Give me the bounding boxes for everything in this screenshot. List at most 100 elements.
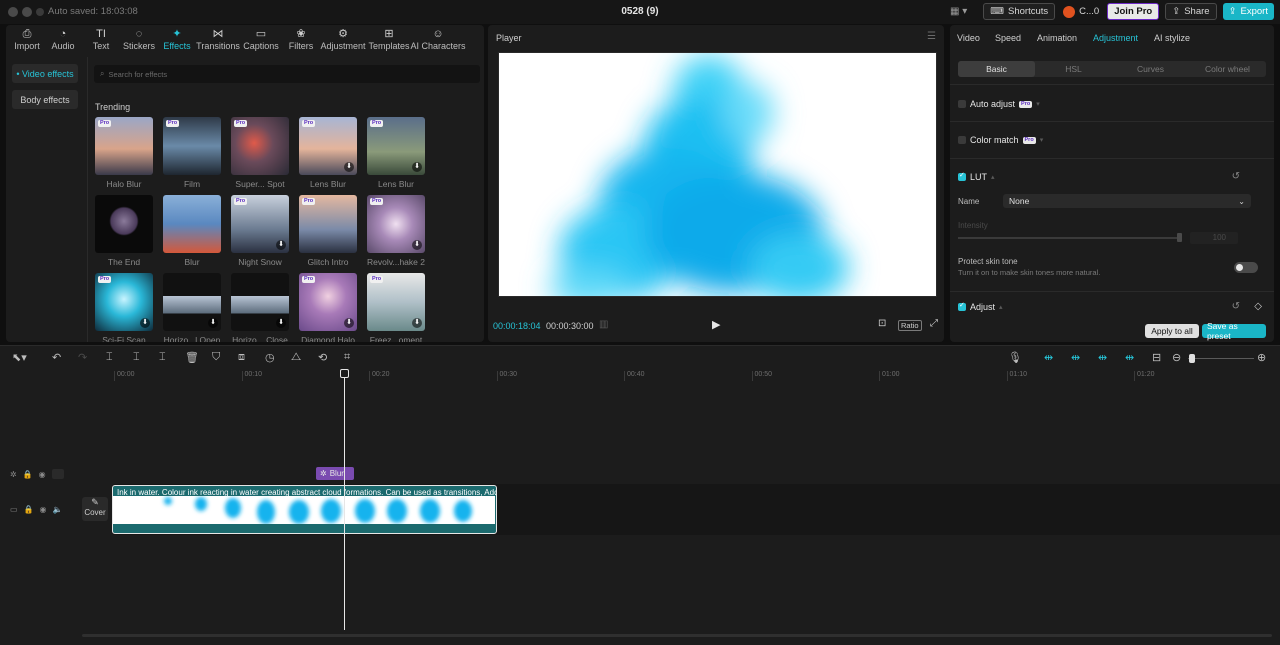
- zoom-slider-handle[interactable]: [1189, 354, 1195, 363]
- tool-effects[interactable]: ✦ Effects: [158, 25, 196, 53]
- download-icon[interactable]: ⬇: [412, 240, 422, 250]
- tool-ai-characters[interactable]: ☺ AI Characters: [410, 25, 465, 53]
- tool-import[interactable]: ⎙ Import: [10, 25, 44, 53]
- download-icon[interactable]: ⬇: [344, 162, 354, 172]
- lut-name-select[interactable]: None ⌄: [1003, 194, 1251, 208]
- menu-icon[interactable]: ☰: [927, 31, 936, 42]
- eye-icon[interactable]: ◉: [39, 470, 46, 479]
- export-button[interactable]: ⇪ Export: [1222, 3, 1274, 20]
- download-icon[interactable]: ⬇: [412, 162, 422, 172]
- playhead[interactable]: [344, 369, 345, 630]
- download-icon[interactable]: ⬇: [208, 318, 218, 328]
- zoom-in-icon[interactable]: ⊕: [1257, 351, 1266, 364]
- ratio-button[interactable]: Ratio: [898, 320, 922, 331]
- tool-stickers[interactable]: ◌ Stickers: [120, 25, 158, 53]
- auto-adjust-checkbox[interactable]: [958, 100, 966, 108]
- auto-adjust-row[interactable]: Auto adjust Pro ▾: [958, 99, 1040, 109]
- tool-audio[interactable]: ◔ Audio: [44, 25, 82, 53]
- marker-icon[interactable]: ⛉: [212, 351, 220, 364]
- effect-clip-blur[interactable]: ✲ Blur: [316, 467, 354, 480]
- video-preview[interactable]: [498, 52, 937, 297]
- effect-item[interactable]: Pro ⬇ Night Snow: [231, 195, 289, 267]
- undo-icon[interactable]: ↶: [52, 351, 61, 364]
- download-icon[interactable]: ⬇: [412, 318, 422, 328]
- split-left-icon[interactable]: ⌶: [133, 351, 140, 364]
- microphone-icon[interactable]: 🎙: [1008, 351, 1022, 364]
- tab-video[interactable]: Video: [957, 33, 980, 43]
- reset-icon[interactable]: ↺: [1232, 301, 1240, 312]
- play-icon[interactable]: ▶: [712, 318, 720, 331]
- eye-icon[interactable]: ◉: [40, 505, 47, 514]
- body-effects-tab[interactable]: Body effects: [12, 90, 78, 109]
- lut-checkbox[interactable]: [958, 171, 966, 181]
- tab-animation[interactable]: Animation: [1037, 33, 1077, 43]
- effect-item[interactable]: Pro Glitch Intro: [299, 195, 357, 267]
- download-icon[interactable]: ⬇: [140, 318, 150, 328]
- adjust-checkbox[interactable]: [958, 301, 966, 311]
- preview-axis-icon[interactable]: ⇹: [1125, 351, 1134, 364]
- subtab-hsl[interactable]: HSL: [1035, 61, 1112, 77]
- apply-to-all-button[interactable]: Apply to all: [1145, 324, 1199, 338]
- freeze-icon[interactable]: ⧈: [238, 351, 245, 364]
- keyframe-icon[interactable]: ◇: [1254, 301, 1262, 312]
- intensity-slider[interactable]: [958, 237, 1182, 239]
- main-track-magnet-icon[interactable]: ⇹: [1044, 351, 1053, 364]
- layout-icon[interactable]: ▦ ▾: [950, 6, 967, 17]
- tool-templates[interactable]: ⊞ Templates: [366, 25, 412, 53]
- playhead-handle[interactable]: [340, 369, 349, 378]
- mirror-icon[interactable]: ⧍: [291, 351, 301, 364]
- effect-item[interactable]: Pro ⬇ Diamond Halo: [299, 273, 357, 342]
- effect-item[interactable]: Pro ⬇ Revolv...hake 2: [367, 195, 425, 267]
- shortcuts-button[interactable]: ⌨ Shortcuts: [983, 3, 1056, 20]
- download-icon[interactable]: ⬇: [344, 318, 354, 328]
- color-match-row[interactable]: Color match Pro ▾: [958, 135, 1043, 145]
- search-input[interactable]: ⌕ Search for effects: [94, 65, 480, 83]
- cover-button[interactable]: ✎ Cover: [82, 497, 108, 521]
- adjust-row[interactable]: Adjust ▴: [958, 301, 1003, 312]
- color-match-checkbox[interactable]: [958, 136, 966, 144]
- zoom-slider[interactable]: [1188, 358, 1254, 359]
- auto-snap-icon[interactable]: ⇹: [1071, 351, 1080, 364]
- account-button[interactable]: C...0: [1061, 3, 1101, 20]
- redo-icon[interactable]: ↷: [78, 351, 87, 364]
- rotate-icon[interactable]: ⟲: [318, 351, 327, 364]
- tool-transitions[interactable]: ⋈ Transitions: [196, 25, 240, 53]
- audio-icon[interactable]: 🔈: [53, 505, 63, 514]
- expand-icon[interactable]: ⤢: [930, 318, 938, 329]
- tool-text[interactable]: TI Text: [82, 25, 120, 53]
- select-tool-icon[interactable]: ⬉▾: [12, 351, 27, 364]
- effect-item[interactable]: The End: [95, 195, 153, 267]
- intensity-slider-handle[interactable]: [1177, 233, 1182, 242]
- effect-item[interactable]: ⬇ Horizo...l Open: [163, 273, 221, 342]
- share-button[interactable]: ⇪ Share: [1165, 3, 1217, 20]
- lock-icon[interactable]: 🔒: [24, 505, 34, 514]
- reverse-icon[interactable]: ◷: [265, 351, 275, 364]
- effect-item[interactable]: Blur: [163, 195, 221, 267]
- effect-item[interactable]: Pro Halo Blur: [95, 117, 153, 189]
- lut-row[interactable]: LUT ▴: [958, 171, 995, 182]
- video-effects-tab[interactable]: • Video effects: [12, 64, 78, 83]
- tool-captions[interactable]: ▭ Captions: [240, 25, 282, 53]
- screen-icon[interactable]: ⊟: [1152, 351, 1161, 364]
- tab-ai-stylize[interactable]: AI stylize: [1154, 33, 1190, 43]
- zoom-out-icon[interactable]: ⊖: [1172, 351, 1181, 364]
- subtab-color-wheel[interactable]: Color wheel: [1189, 61, 1266, 77]
- effect-item[interactable]: Pro ⬇ Lens Blur: [299, 117, 357, 189]
- effect-item[interactable]: Pro ⬇ Freez...oment: [367, 273, 425, 342]
- effect-item[interactable]: Pro ⬇ Sci-Fi Scan: [95, 273, 153, 342]
- tool-adjustment[interactable]: ⚙ Adjustment: [320, 25, 366, 53]
- save-as-preset-button[interactable]: Save as preset: [1202, 321, 1266, 341]
- protect-skin-toggle[interactable]: [1234, 262, 1258, 273]
- tab-speed[interactable]: Speed: [995, 33, 1021, 43]
- reset-icon[interactable]: ↺: [1232, 171, 1240, 182]
- tab-adjustment[interactable]: Adjustment: [1093, 33, 1138, 43]
- tool-filters[interactable]: ❀ Filters: [282, 25, 320, 53]
- subtab-curves[interactable]: Curves: [1112, 61, 1189, 77]
- intensity-value[interactable]: 100: [1190, 232, 1238, 244]
- download-icon[interactable]: ⬇: [276, 240, 286, 250]
- split-right-icon[interactable]: ⌶: [159, 351, 166, 364]
- effect-item[interactable]: Pro ⬇ Lens Blur: [367, 117, 425, 189]
- effect-item[interactable]: Pro Super... Spot: [231, 117, 289, 189]
- effect-item[interactable]: Pro Film: [163, 117, 221, 189]
- download-icon[interactable]: ⬇: [276, 318, 286, 328]
